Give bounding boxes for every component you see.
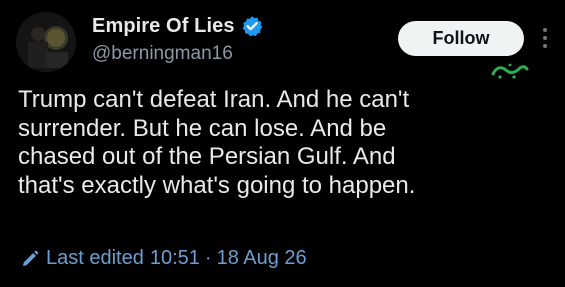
avatar-image — [16, 12, 76, 72]
pencil-icon — [20, 249, 40, 269]
tweet-text: Trump can't defeat Iran. And he can't su… — [18, 86, 416, 199]
more-options-icon[interactable] — [540, 26, 550, 50]
watermark-logo — [490, 60, 530, 82]
verified-badge-icon[interactable] — [241, 15, 263, 37]
display-name-row: Empire Of Lies — [92, 12, 263, 40]
tweet-card: Empire Of Lies @berningman16 Follow Trum… — [0, 0, 565, 287]
edited-time: 10:51 — [149, 247, 200, 269]
user-handle[interactable]: @berningman16 — [92, 43, 263, 65]
follow-button[interactable]: Follow — [398, 21, 524, 56]
edited-prefix: Last edited — [46, 247, 144, 269]
avatar[interactable] — [16, 12, 76, 72]
edit-history-link[interactable]: Last edited 10:51 · 18 Aug 26 — [20, 247, 307, 270]
author-info: Empire Of Lies @berningman16 — [92, 12, 263, 65]
separator-dot: · — [204, 247, 212, 269]
display-name[interactable]: Empire Of Lies — [92, 15, 235, 38]
edited-date: 18 Aug 26 — [216, 247, 307, 269]
